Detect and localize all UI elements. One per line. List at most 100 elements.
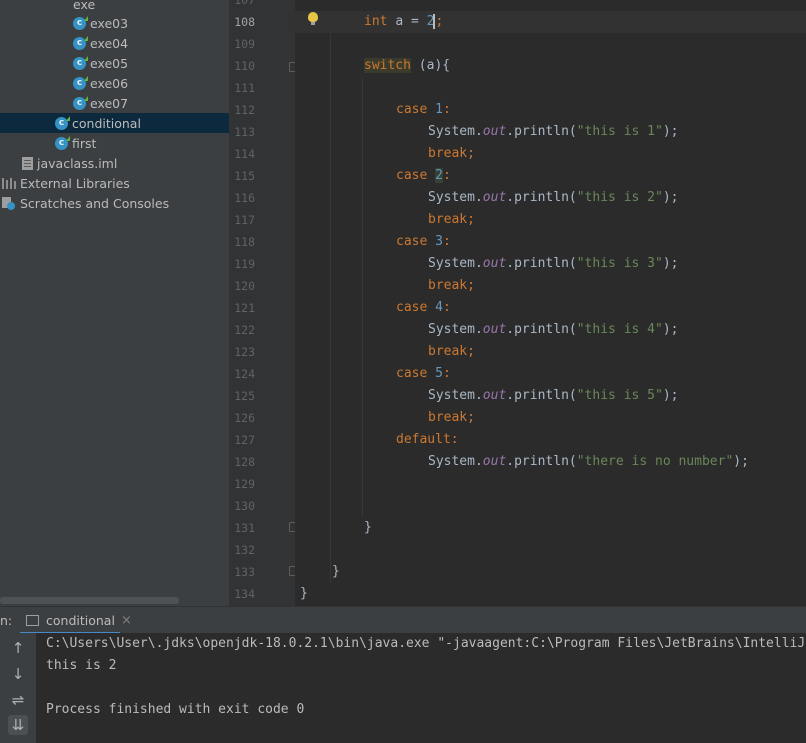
code-line-118[interactable]: case 3: bbox=[396, 231, 451, 253]
tree-item-label: exe07 bbox=[90, 95, 129, 111]
line-number: 116 bbox=[234, 191, 255, 205]
tree-item-javaclass-iml[interactable]: javaclass.iml bbox=[0, 153, 229, 173]
code-line-133[interactable]: } bbox=[332, 561, 340, 583]
line-number: 122 bbox=[234, 323, 255, 337]
line-number: 126 bbox=[234, 411, 255, 425]
down-arrow-icon[interactable]: ↓ bbox=[8, 664, 28, 684]
indent-guide bbox=[330, 33, 331, 583]
libraries-icon bbox=[2, 177, 16, 189]
java-class-icon: c bbox=[55, 115, 70, 130]
code-line-125[interactable]: System.out.println("this is 5"); bbox=[428, 385, 678, 407]
run-toolbar: ↑ ↓ ⇌ ⇊ bbox=[0, 633, 36, 743]
java-class-icon: c bbox=[73, 35, 88, 50]
line-number: 109 bbox=[234, 37, 255, 51]
line-number: 114 bbox=[234, 147, 255, 161]
line-number: 124 bbox=[234, 367, 255, 381]
code-line-115[interactable]: case 2: bbox=[396, 165, 451, 187]
code-line-122[interactable]: System.out.println("this is 4"); bbox=[428, 319, 678, 341]
console-line: Process finished with exit code 0 bbox=[46, 702, 305, 717]
tree-item-exe04[interactable]: c exe04 bbox=[0, 33, 229, 53]
code-line-124[interactable]: case 5: bbox=[396, 363, 451, 385]
up-arrow-icon[interactable]: ↑ bbox=[8, 638, 28, 658]
java-class-icon: c bbox=[73, 55, 88, 70]
tree-folder-label: exe bbox=[73, 0, 96, 12]
tree-item-label: javaclass.iml bbox=[37, 155, 118, 171]
console-icon bbox=[26, 615, 39, 626]
code-line-117[interactable]: break; bbox=[428, 209, 475, 231]
tree-item-label: External Libraries bbox=[20, 175, 130, 191]
lightbulb-icon[interactable] bbox=[308, 12, 318, 25]
code-line-116[interactable]: System.out.println("this is 2"); bbox=[428, 187, 678, 209]
code-line-123[interactable]: break; bbox=[428, 341, 475, 363]
code-editor[interactable]: int a = 2; switch (a){ case 1: System.ou… bbox=[295, 0, 806, 606]
run-panel-label: n: bbox=[0, 613, 13, 628]
code-line-134[interactable]: } bbox=[300, 583, 308, 605]
line-number: 123 bbox=[234, 345, 255, 359]
line-number: 110 bbox=[234, 59, 255, 73]
tree-item-exe05[interactable]: c exe05 bbox=[0, 53, 229, 73]
tree-item-label: exe05 bbox=[90, 55, 129, 71]
line-number: 121 bbox=[234, 301, 255, 315]
scroll-to-end-icon[interactable]: ⇊ bbox=[8, 715, 28, 735]
line-number: 125 bbox=[234, 389, 255, 403]
tree-item-label: exe06 bbox=[90, 75, 129, 91]
code-line-110[interactable]: switch (a){ bbox=[364, 55, 450, 77]
tree-item-label: first bbox=[72, 135, 97, 151]
code-line-112[interactable]: case 1: bbox=[396, 99, 451, 121]
java-class-icon: c bbox=[55, 135, 70, 150]
console-line: C:\Users\User\.jdks\openjdk-18.0.2.1\bin… bbox=[46, 636, 806, 651]
tree-item-external-libraries[interactable]: External Libraries bbox=[0, 173, 229, 193]
scratches-icon bbox=[2, 196, 16, 210]
line-number: 113 bbox=[234, 125, 255, 139]
code-line-119[interactable]: System.out.println("this is 3"); bbox=[428, 253, 678, 275]
tree-item-first[interactable]: c first bbox=[0, 133, 229, 153]
run-tab-conditional[interactable]: conditional × bbox=[20, 607, 132, 634]
module-file-icon bbox=[22, 156, 33, 170]
line-number: 130 bbox=[234, 499, 255, 513]
line-number: 107 bbox=[234, 0, 255, 7]
soft-wrap-icon[interactable]: ⇌ bbox=[8, 690, 28, 710]
tree-item-conditional[interactable]: c conditional bbox=[0, 113, 229, 133]
line-number: 115 bbox=[234, 169, 255, 183]
code-line-108[interactable]: int a = 2; bbox=[364, 11, 443, 33]
line-number: 117 bbox=[234, 213, 255, 227]
line-number: 111 bbox=[234, 81, 255, 95]
line-number: 133 bbox=[234, 565, 255, 579]
java-class-icon: c bbox=[73, 95, 88, 110]
line-number: 128 bbox=[234, 455, 255, 469]
line-number: 132 bbox=[234, 543, 255, 557]
java-class-icon: c bbox=[73, 75, 88, 90]
tree-folder-exe[interactable]: exe bbox=[0, 0, 229, 14]
code-line-127[interactable]: default: bbox=[396, 429, 459, 451]
line-number: 118 bbox=[234, 235, 255, 249]
line-number: 112 bbox=[234, 103, 255, 117]
close-icon[interactable]: × bbox=[121, 613, 132, 628]
console-line: this is 2 bbox=[46, 658, 117, 673]
tree-item-exe07[interactable]: c exe07 bbox=[0, 93, 229, 113]
tree-item-exe06[interactable]: c exe06 bbox=[0, 73, 229, 93]
code-line-121[interactable]: case 4: bbox=[396, 297, 451, 319]
line-number: 119 bbox=[234, 257, 255, 271]
tree-item-exe03[interactable]: c exe03 bbox=[0, 13, 229, 33]
editor-gutter: 107 108 109 110 111 112 113 114 115 116 … bbox=[229, 0, 299, 606]
code-line-128[interactable]: System.out.println("there is no number")… bbox=[428, 451, 749, 473]
line-number: 108 bbox=[234, 15, 255, 29]
console-output[interactable]: C:\Users\User\.jdks\openjdk-18.0.2.1\bin… bbox=[36, 633, 806, 743]
code-line-131[interactable]: } bbox=[364, 517, 372, 539]
code-line-113[interactable]: System.out.println("this is 1"); bbox=[428, 121, 678, 143]
line-number: 129 bbox=[234, 477, 255, 491]
line-number: 134 bbox=[234, 587, 255, 601]
indent-guide bbox=[362, 77, 363, 517]
project-tree[interactable]: exe c exe03 c exe04 c exe05 c exe06 c ex… bbox=[0, 0, 229, 606]
tree-item-scratches-consoles[interactable]: Scratches and Consoles bbox=[0, 193, 229, 213]
run-panel-header: n: conditional × bbox=[0, 606, 806, 634]
line-number: 131 bbox=[234, 521, 255, 535]
code-line-126[interactable]: break; bbox=[428, 407, 475, 429]
horizontal-scrollbar[interactable] bbox=[0, 597, 179, 604]
code-line-114[interactable]: break; bbox=[428, 143, 475, 165]
line-number: 127 bbox=[234, 433, 255, 447]
java-class-icon: c bbox=[73, 15, 88, 30]
tree-item-label: exe03 bbox=[90, 15, 129, 31]
code-line-120[interactable]: break; bbox=[428, 275, 475, 297]
tree-item-label: conditional bbox=[72, 115, 141, 131]
